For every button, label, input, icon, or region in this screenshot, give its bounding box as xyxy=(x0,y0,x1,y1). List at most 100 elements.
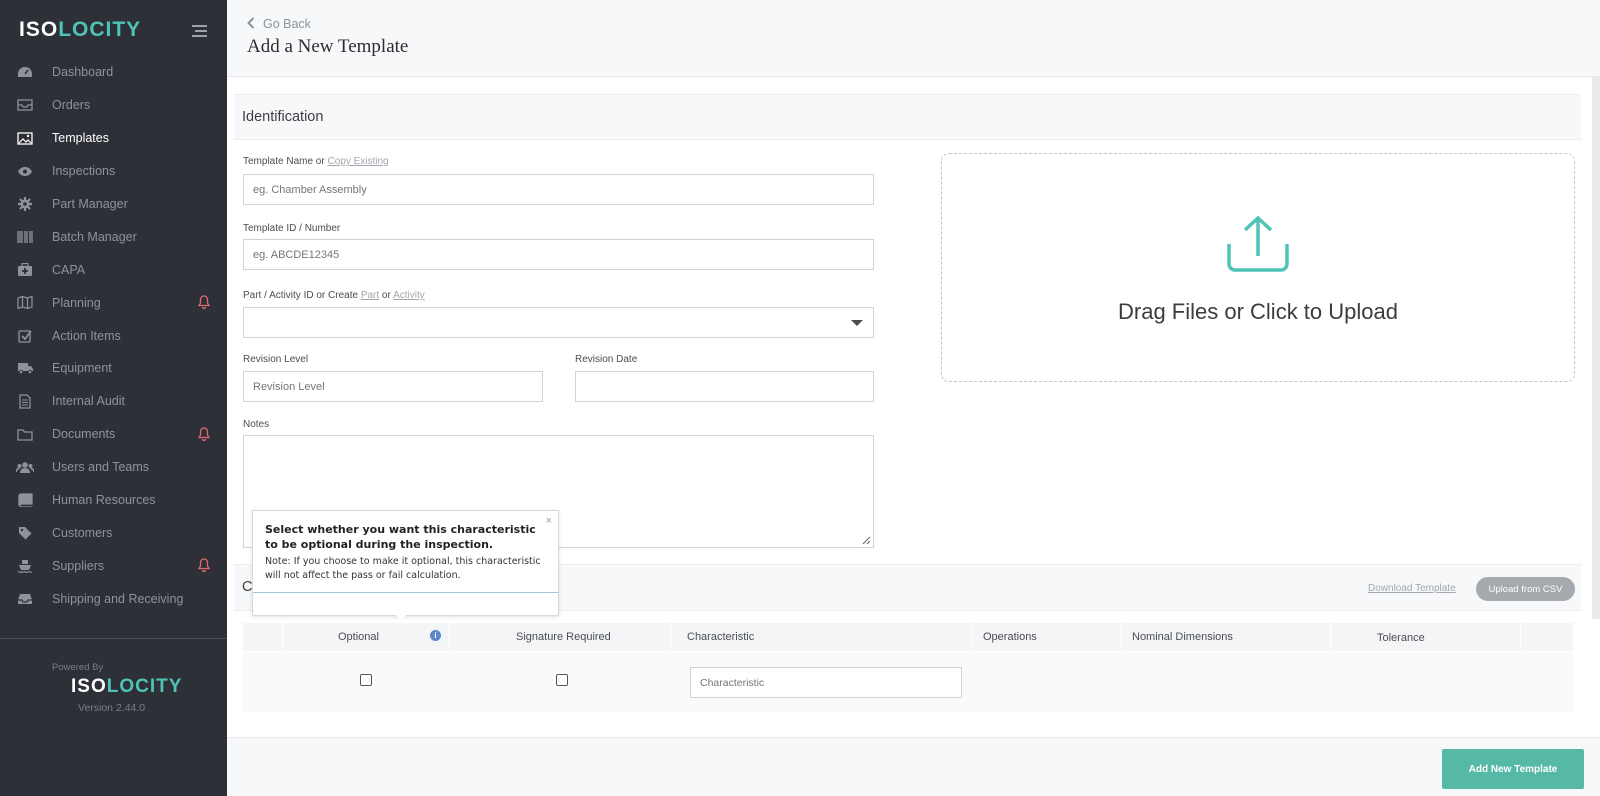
sidebar-item-label: CAPA xyxy=(52,262,86,277)
page-header: Go Back Add a New Template xyxy=(227,0,1600,77)
sidebar-item-inspections[interactable]: Inspections xyxy=(0,155,227,188)
go-back-link[interactable]: Go Back xyxy=(247,16,311,32)
sidebar-item-label: Suppliers xyxy=(52,558,105,573)
checkbox-icon xyxy=(16,329,34,343)
page-footer xyxy=(227,737,1600,796)
resize-handle-icon[interactable] xyxy=(862,536,871,545)
column-header-tolerance: Tolerance xyxy=(1377,632,1425,644)
eye-icon xyxy=(16,164,34,178)
sidebar-item-internal-audit[interactable]: Internal Audit xyxy=(0,385,227,418)
optional-checkbox[interactable] xyxy=(360,674,372,686)
barcode-icon xyxy=(16,230,34,244)
tooltip-body: Note: If you choose to make it optional,… xyxy=(265,556,541,581)
revision-date-label: Revision Date xyxy=(575,354,638,365)
column-header-characteristic: Characteristic xyxy=(687,631,755,643)
alert-bell-icon xyxy=(197,427,211,441)
sidebar-item-label: Users and Teams xyxy=(52,460,150,475)
download-template-link[interactable]: Download Template xyxy=(1368,583,1456,594)
sidebar-item-equipment[interactable]: Equipment xyxy=(0,352,227,385)
sidebar-item-label: Internal Audit xyxy=(52,394,125,409)
sidebar-item-documents[interactable]: Documents xyxy=(0,418,227,451)
sidebar-nav: Dashboard Orders Templates Inspections P… xyxy=(0,56,227,615)
notes-label: Notes xyxy=(243,419,270,430)
gear-icon xyxy=(16,197,34,211)
sidebar-item-label: Planning xyxy=(52,295,101,310)
part-activity-select[interactable] xyxy=(243,307,874,338)
alert-bell-icon xyxy=(197,558,211,573)
logo-text-right: LOCITY xyxy=(106,676,183,697)
template-name-input[interactable] xyxy=(243,174,874,205)
label-text: Part / Activity ID or Create xyxy=(243,290,361,301)
book-icon xyxy=(16,493,34,508)
column-separator xyxy=(449,623,450,651)
sidebar-item-templates[interactable]: Templates xyxy=(0,122,227,155)
sidebar-item-orders[interactable]: Orders xyxy=(0,89,227,122)
column-header-signature-required: Signature Required xyxy=(516,631,611,643)
sidebar-item-human-resources[interactable]: Human Resources xyxy=(0,484,227,517)
characteristics-table-header: Optional Signature Required Characterist… xyxy=(243,623,1573,651)
logo-text-left: ISO xyxy=(19,18,59,41)
footer-logo: ISOLOCITY xyxy=(71,676,182,698)
chevron-left-icon xyxy=(247,16,255,32)
info-icon[interactable]: i xyxy=(430,630,441,641)
sidebar-item-label: Documents xyxy=(52,427,116,442)
close-icon[interactable]: × xyxy=(546,515,552,527)
chevron-down-icon xyxy=(851,320,863,326)
sidebar-item-planning[interactable]: Planning xyxy=(0,286,227,319)
table-row xyxy=(243,652,1573,712)
sidebar-item-shipping-and-receiving[interactable]: Shipping and Receiving xyxy=(0,582,227,615)
template-id-input[interactable] xyxy=(243,239,874,270)
column-header-operations: Operations xyxy=(983,631,1037,643)
sidebar-item-users-and-teams[interactable]: Users and Teams xyxy=(0,451,227,484)
revision-date-input[interactable] xyxy=(575,371,874,402)
column-header-nominal-dimensions: Nominal Dimensions xyxy=(1132,631,1233,643)
revision-level-input[interactable] xyxy=(243,371,543,402)
sidebar-divider xyxy=(0,638,227,639)
upload-text: Drag Files or Click to Upload xyxy=(1118,299,1398,324)
sidebar-item-label: Human Resources xyxy=(52,493,156,508)
sidebar-item-dashboard[interactable]: Dashboard xyxy=(0,56,227,89)
create-part-link[interactable]: Part xyxy=(361,290,379,301)
identification-section-header: Identification xyxy=(234,94,1581,140)
file-upload-dropzone[interactable]: Drag Files or Click to Upload xyxy=(941,153,1575,382)
upload-csv-button[interactable]: Upload from CSV xyxy=(1476,577,1575,601)
copy-existing-link[interactable]: Copy Existing xyxy=(327,156,388,167)
sidebar-item-action-items[interactable]: Action Items xyxy=(0,319,227,352)
page-title: Add a New Template xyxy=(247,36,409,57)
isolocity-logo[interactable]: ISOLOCITY xyxy=(19,18,141,42)
characteristic-input[interactable] xyxy=(690,667,962,698)
sidebar-item-label: Customers xyxy=(52,525,113,540)
powered-by-label: Powered By xyxy=(52,662,104,673)
sidebar-item-suppliers[interactable]: Suppliers xyxy=(0,549,227,582)
section-title: Identification xyxy=(242,109,324,125)
signature-required-checkbox[interactable] xyxy=(556,674,568,686)
upload-icon xyxy=(1227,215,1289,272)
sidebar-item-batch-manager[interactable]: Batch Manager xyxy=(0,220,227,253)
menu-toggle-icon[interactable] xyxy=(192,25,207,40)
or-text: or xyxy=(379,290,394,301)
column-separator xyxy=(1121,623,1122,651)
truck-icon xyxy=(16,361,34,375)
column-separator xyxy=(972,623,973,651)
version-label: Version 2.44.0 xyxy=(78,702,146,714)
sidebar-item-part-manager[interactable]: Part Manager xyxy=(0,188,227,221)
sidebar-item-capa[interactable]: CAPA xyxy=(0,253,227,286)
column-separator xyxy=(1520,623,1521,651)
optional-help-tooltip: × Select whether you want this character… xyxy=(252,510,559,620)
tooltip-arrow xyxy=(396,615,406,620)
map-icon xyxy=(16,296,34,310)
sidebar-item-customers[interactable]: Customers xyxy=(0,516,227,549)
sidebar-item-label: Shipping and Receiving xyxy=(52,591,184,606)
sidebar-item-label: Part Manager xyxy=(52,197,128,211)
tag-icon xyxy=(16,526,34,540)
section-title: C xyxy=(242,579,253,595)
alert-bell-icon xyxy=(197,295,211,310)
scrollbar[interactable] xyxy=(1592,77,1600,619)
logo-text-right: LOCITY xyxy=(58,18,142,41)
create-activity-link[interactable]: Activity xyxy=(393,290,425,301)
column-separator xyxy=(670,623,671,651)
tray-icon xyxy=(16,592,34,606)
document-icon xyxy=(16,394,34,409)
column-separator xyxy=(1330,623,1331,651)
add-new-template-button[interactable]: Add New Template xyxy=(1442,749,1584,789)
